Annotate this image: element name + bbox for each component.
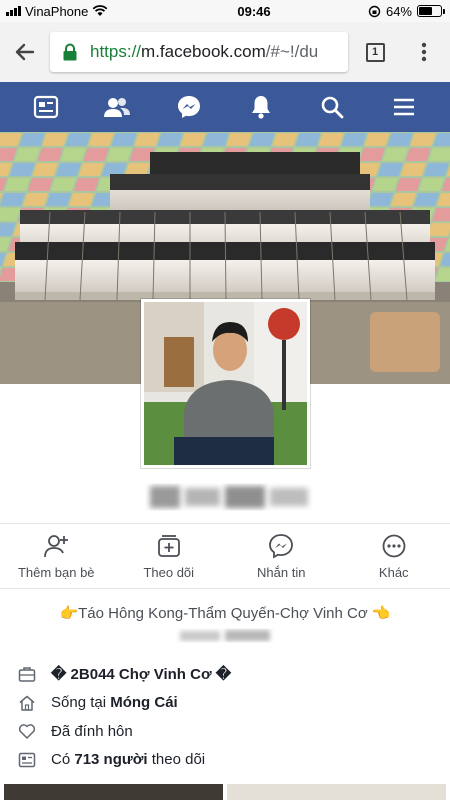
followers-suffix: theo dõi — [151, 751, 206, 769]
messenger-icon — [178, 96, 201, 118]
more-icon — [382, 534, 406, 557]
status-time: 09:46 — [237, 3, 271, 19]
carrier-name: VinaPhone — [25, 3, 89, 19]
profile-name-redacted — [150, 486, 308, 508]
url-scheme: https:// — [90, 42, 142, 61]
wifi-icon — [93, 5, 108, 16]
url-text: https://m.facebook.com/#~!/du — [90, 42, 318, 62]
status-bar: VinaPhone 09:46 64% — [0, 0, 450, 22]
browser-menu-button[interactable] — [402, 22, 446, 82]
photo-strip — [0, 784, 450, 800]
detail-work: � 2B044 Chợ Vinh Cơ � — [18, 660, 438, 689]
intro-bio: 👉Táo Hông Kong-Thẩm Quyến-Chợ Vinh Cơ 👈 — [59, 605, 391, 622]
add-friend-button[interactable]: Thêm bạn bè — [0, 524, 113, 588]
message-label: Nhắn tin — [257, 564, 306, 580]
message-button[interactable]: Nhắn tin — [225, 524, 338, 588]
detail-followers: Có 713 người theo dõi — [18, 746, 438, 775]
nav-messenger[interactable] — [168, 86, 210, 128]
work-value[interactable]: � 2B044 Chợ Vinh Cơ � — [51, 665, 231, 683]
add-friend-icon — [44, 534, 69, 557]
detail-lives: Sống tại Móng Cái — [18, 689, 438, 718]
photo-thumbnail[interactable] — [227, 784, 446, 800]
intro-redacted — [180, 630, 270, 641]
relationship-value: Đã đính hôn — [51, 722, 133, 740]
more-vertical-icon — [421, 42, 427, 62]
heart-icon — [18, 724, 36, 739]
browser-toolbar: https://m.facebook.com/#~!/du 1 — [0, 22, 450, 82]
nav-notifications[interactable] — [240, 86, 282, 128]
followers-count[interactable]: 713 người — [74, 751, 147, 768]
add-friend-label: Thêm bạn bè — [17, 564, 95, 580]
follow-label: Theo dõi — [143, 564, 195, 580]
tab-count: 1 — [365, 42, 385, 62]
menu-icon — [394, 98, 415, 116]
search-icon — [322, 96, 344, 119]
url-path: /#~!/du — [265, 42, 319, 61]
lives-prefix: Sống tại — [51, 694, 107, 712]
address-bar[interactable]: https://m.facebook.com/#~!/du — [50, 32, 348, 72]
more-label: Khác — [378, 564, 409, 580]
profile-details: � 2B044 Chợ Vinh Cơ � Sống tại Móng Cái … — [18, 660, 438, 774]
home-icon — [19, 695, 35, 711]
status-left: VinaPhone — [0, 4, 170, 19]
notifications-bell-icon — [251, 96, 270, 119]
messenger-icon — [269, 533, 294, 559]
friends-icon — [104, 98, 131, 117]
nav-friends[interactable] — [96, 86, 138, 128]
more-button[interactable]: Khác — [338, 524, 450, 588]
orientation-lock-icon — [368, 5, 381, 17]
profile-picture[interactable] — [141, 299, 310, 468]
battery-percent: 64% — [385, 3, 412, 19]
detail-relationship: Đã đính hôn — [18, 717, 438, 746]
nav-news-feed[interactable] — [25, 86, 67, 128]
facebook-nav-bar — [0, 82, 450, 132]
followers-prefix: Có — [51, 751, 71, 769]
url-host: m.facebook.com — [141, 42, 266, 61]
battery-icon — [417, 5, 445, 17]
followers-feed-icon — [18, 752, 36, 767]
lives-place[interactable]: Móng Cái — [110, 694, 178, 711]
back-arrow-icon — [15, 43, 35, 61]
follow-button[interactable]: Theo dõi — [113, 524, 226, 588]
status-right: 64% — [368, 4, 450, 19]
battery-fill — [419, 7, 433, 15]
briefcase-icon — [18, 667, 36, 682]
photo-thumbnail[interactable] — [4, 784, 223, 800]
news-feed-icon — [33, 95, 58, 119]
back-button[interactable] — [0, 22, 50, 82]
profile-photo-image — [144, 302, 307, 465]
tab-switcher-button[interactable]: 1 — [348, 22, 402, 82]
signal-icon — [6, 6, 21, 16]
profile-actions: Thêm bạn bè Theo dõi Nhắn tin Khác — [0, 523, 450, 589]
cardboard-stand — [370, 312, 440, 372]
intro-section: 👉Táo Hông Kong-Thẩm Quyến-Chợ Vinh Cơ 👈 — [0, 604, 450, 622]
follow-icon — [157, 534, 180, 557]
nav-menu[interactable] — [383, 86, 425, 128]
lock-icon — [63, 43, 77, 61]
nav-search[interactable] — [311, 86, 353, 128]
